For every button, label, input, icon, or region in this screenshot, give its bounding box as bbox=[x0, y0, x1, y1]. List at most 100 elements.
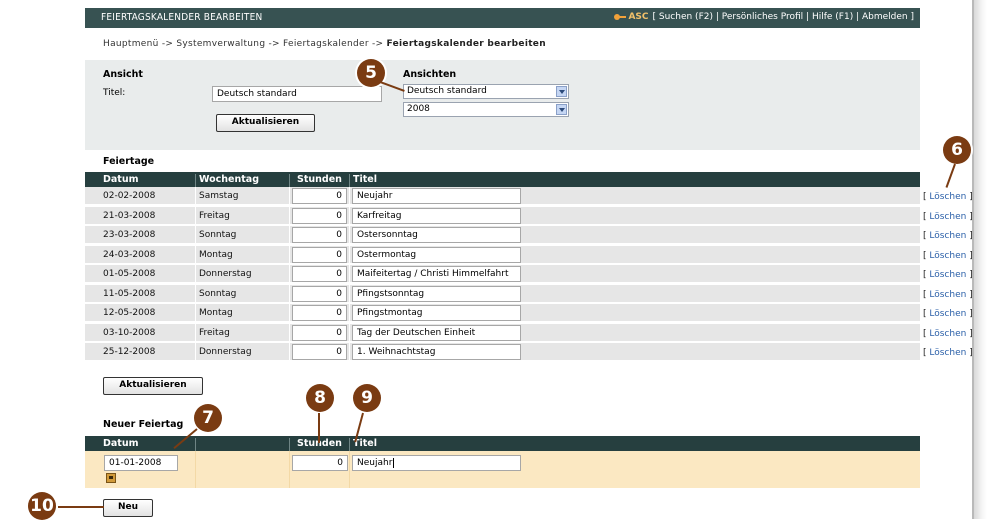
new-hours-input[interactable]: 0 bbox=[292, 455, 348, 471]
delete-link[interactable]: Löschen bbox=[929, 231, 966, 241]
row-weekday: Sonntag bbox=[199, 288, 237, 299]
row-title-input[interactable]: Maifeitertag / Christi Himmelfahrt bbox=[352, 266, 521, 282]
row-date: 23-03-2008 bbox=[103, 230, 156, 240]
breadcrumb-item-feiertagskalender[interactable]: Feiertagskalender bbox=[283, 39, 369, 49]
year-select[interactable]: 2008 bbox=[403, 102, 569, 117]
column-divider bbox=[349, 226, 350, 244]
row-hours-input[interactable]: 0 bbox=[292, 207, 347, 224]
new-date-input[interactable]: 01-01-2008 bbox=[104, 455, 178, 471]
row-title-input[interactable]: Neujahr bbox=[352, 188, 521, 204]
row-hours-input[interactable]: 0 bbox=[292, 246, 347, 263]
new-title-input[interactable]: Neujahr bbox=[352, 455, 521, 471]
delete-link[interactable]: Löschen bbox=[929, 329, 966, 339]
column-divider bbox=[349, 451, 350, 488]
row-hours-input[interactable]: 0 bbox=[292, 305, 347, 321]
page-title: FEIERTAGSKALENDER BEARBEITEN bbox=[101, 12, 263, 23]
column-divider bbox=[349, 187, 350, 205]
help-link[interactable]: Hilfe (F1) bbox=[812, 12, 853, 22]
row-title-input[interactable]: Ostermontag bbox=[352, 246, 521, 263]
table-row: 03-10-2008 Freitag 0 Tag der Deutschen Einh… bbox=[85, 323, 973, 342]
table-row: 01-05-2008 Donnerstag 0 Maifeitertag / Chri… bbox=[85, 265, 973, 283]
row-title-input[interactable]: Tag der Deutschen Einheit bbox=[352, 324, 521, 341]
link-separator: | bbox=[712, 12, 722, 22]
search-link[interactable]: [ Suchen (F2) bbox=[653, 12, 713, 22]
column-divider bbox=[195, 245, 196, 264]
column-divider bbox=[289, 265, 290, 283]
row-weekday: Montag bbox=[199, 308, 233, 318]
delete-link[interactable]: Löschen bbox=[929, 290, 966, 300]
row-hours-input[interactable]: 0 bbox=[292, 266, 347, 282]
holidays-table-header: Datum Wochentag Stunden Titel bbox=[85, 172, 920, 189]
column-divider bbox=[289, 323, 290, 342]
breadcrumb-item-systemverwaltung[interactable]: Systemverwaltung bbox=[176, 39, 265, 49]
row-hours-input[interactable]: 0 bbox=[292, 324, 347, 341]
row-weekday: Donnerstag bbox=[199, 269, 252, 279]
holidays-update-button[interactable]: Aktualisieren bbox=[103, 377, 203, 395]
table-row: 21-03-2008 Freitag 0 Karfreitag [ Löschen ] bbox=[85, 206, 973, 225]
row-delete: [ Löschen ] bbox=[923, 212, 973, 222]
row-delete: [ Löschen ] bbox=[923, 251, 973, 261]
row-date: 11-05-2008 bbox=[103, 288, 156, 299]
callout-marker: 8 bbox=[306, 384, 334, 412]
row-title-input[interactable]: Ostersonntag bbox=[352, 227, 521, 243]
page-right-shadow bbox=[974, 0, 987, 519]
row-title-input[interactable]: Karfreitag bbox=[352, 207, 521, 224]
row-date: 24-03-2008 bbox=[103, 249, 156, 260]
bracket: ] bbox=[966, 192, 973, 202]
profile-link[interactable]: Persönliches Profil bbox=[722, 12, 803, 22]
calendar-icon[interactable] bbox=[106, 473, 116, 483]
view-heading: Ansicht bbox=[103, 69, 143, 80]
column-divider bbox=[195, 265, 196, 283]
row-hours-input[interactable]: 0 bbox=[292, 188, 347, 204]
view-title-input[interactable]: Deutsch standard bbox=[212, 86, 382, 102]
bracket: ] bbox=[966, 250, 973, 261]
row-delete: [ Löschen ] bbox=[923, 329, 973, 339]
delete-link[interactable]: Löschen bbox=[929, 270, 966, 280]
delete-link[interactable]: Löschen bbox=[929, 212, 966, 222]
new-holiday-table-header: Datum Stunden Titel bbox=[85, 436, 920, 453]
row-hours-input[interactable]: 0 bbox=[292, 344, 347, 360]
table-row: 12-05-2008 Montag 0 Pfingstmontag [ Löschen … bbox=[85, 304, 973, 322]
view-update-button[interactable]: Aktualisieren bbox=[216, 114, 315, 132]
column-divider bbox=[289, 187, 290, 205]
breadcrumb-item-hauptmenu[interactable]: Hauptmenü bbox=[103, 39, 159, 49]
chevron-down-icon[interactable] bbox=[556, 104, 567, 115]
header-nav: ASC [ Suchen (F2) | Persönliches Profil |… bbox=[614, 12, 914, 22]
row-delete: [ Löschen ] bbox=[923, 309, 973, 319]
view-select[interactable]: Deutsch standard bbox=[403, 84, 569, 99]
row-hours-input[interactable]: 0 bbox=[292, 285, 347, 302]
key-icon bbox=[614, 13, 627, 20]
row-date: 21-03-2008 bbox=[103, 210, 156, 221]
delete-link[interactable]: Löschen bbox=[929, 309, 966, 319]
delete-link[interactable]: Löschen bbox=[929, 192, 966, 202]
table-row: 25-12-2008 Donnerstag 0 1. Weihnachtstag [ L… bbox=[85, 343, 973, 361]
column-divider bbox=[349, 265, 350, 283]
chevron-down-icon[interactable] bbox=[556, 86, 567, 97]
row-weekday: Freitag bbox=[199, 327, 230, 338]
row-title-input[interactable]: Pfingstmontag bbox=[352, 305, 521, 321]
new-title-value: Neujahr bbox=[357, 458, 393, 468]
column-divider bbox=[349, 206, 350, 225]
column-divider bbox=[289, 245, 290, 264]
column-divider bbox=[195, 187, 196, 205]
row-title-input[interactable]: 1. Weihnachtstag bbox=[352, 344, 521, 360]
logout-link[interactable]: Abmelden ] bbox=[862, 12, 914, 22]
column-divider bbox=[195, 284, 196, 303]
bracket: ] bbox=[966, 309, 973, 319]
column-header-date: Datum bbox=[103, 438, 139, 449]
column-divider bbox=[289, 343, 290, 361]
table-row: 23-03-2008 Sonntag 0 Ostersonntag [ Löschen … bbox=[85, 226, 973, 244]
new-holiday-button[interactable]: Neu bbox=[103, 499, 153, 517]
views-heading: Ansichten bbox=[403, 69, 457, 80]
row-hours-input[interactable]: 0 bbox=[292, 227, 347, 243]
column-divider bbox=[289, 284, 290, 303]
delete-link[interactable]: Löschen bbox=[929, 348, 966, 358]
row-title-input[interactable]: Pfingstsonntag bbox=[352, 285, 521, 302]
breadcrumb-separator: -> bbox=[368, 39, 387, 49]
column-header-hours: Stunden bbox=[297, 174, 342, 185]
row-weekday: Sonntag bbox=[199, 230, 237, 240]
breadcrumb: Hauptmenü -> Systemverwaltung -> Feierta… bbox=[103, 39, 546, 49]
row-delete: [ Löschen ] bbox=[923, 348, 973, 358]
breadcrumb-current: Feiertagskalender bearbeiten bbox=[386, 39, 546, 49]
delete-link[interactable]: Löschen bbox=[929, 251, 966, 261]
